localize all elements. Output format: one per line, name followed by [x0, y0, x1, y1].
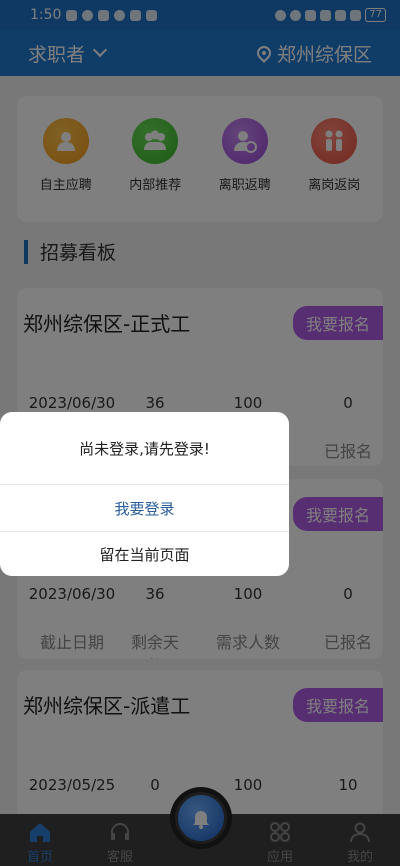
- login-dialog: 尚未登录,请先登录! 我要登录 留在当前页面: [0, 412, 289, 576]
- dialog-message: 尚未登录,请先登录!: [79, 439, 210, 458]
- stay-button[interactable]: 留在当前页面: [0, 532, 289, 576]
- login-button[interactable]: 我要登录: [0, 485, 289, 531]
